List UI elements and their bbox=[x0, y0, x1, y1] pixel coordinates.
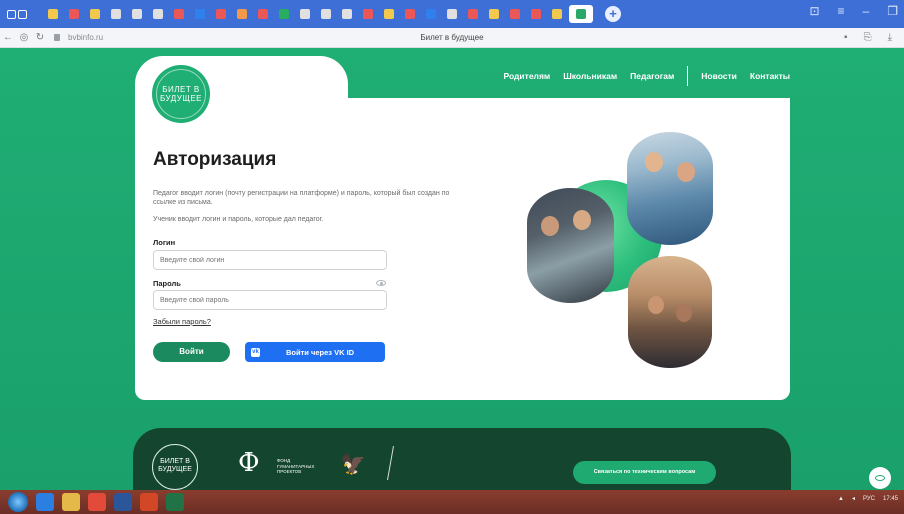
login-label: Логин bbox=[153, 238, 176, 247]
nav-separator bbox=[687, 66, 689, 86]
word-icon[interactable] bbox=[114, 493, 132, 511]
browser-tab-active[interactable] bbox=[569, 5, 593, 23]
folder-icon[interactable] bbox=[62, 493, 80, 511]
page-content: БИЛЕТ В БУДУЩЕЕ Родителям Школьникам Пед… bbox=[0, 48, 904, 490]
excel-icon[interactable] bbox=[166, 493, 184, 511]
network-icon[interactable]: ▲ bbox=[838, 496, 844, 502]
new-tab-button[interactable]: + bbox=[605, 6, 621, 22]
eagle-emblem-icon[interactable]: 🦅 bbox=[340, 452, 366, 478]
address-bar: ← ◎ ↻ bvbinfo.ru Билет в будущее ▪ ⎘ ⤓ bbox=[0, 28, 904, 48]
collections-icon[interactable]: ⊡ bbox=[809, 4, 819, 18]
browser-tab[interactable] bbox=[548, 5, 565, 23]
accessibility-eye-button[interactable] bbox=[869, 467, 891, 489]
nav-item-news[interactable]: Новости bbox=[701, 71, 737, 81]
footer-logo-line2: БУДУЩЕЕ bbox=[158, 466, 192, 473]
nav-item-students[interactable]: Школьникам bbox=[563, 71, 617, 81]
browser-tab[interactable] bbox=[443, 5, 460, 23]
browser-tab[interactable] bbox=[380, 5, 397, 23]
footer-logo[interactable]: БИЛЕТ В БУДУЩЕЕ bbox=[152, 444, 198, 490]
teachers-photo bbox=[627, 132, 713, 245]
vk-login-button[interactable]: vk Войти через VK ID bbox=[245, 342, 385, 362]
yandex-browser-icon[interactable] bbox=[88, 493, 106, 511]
browser-tab[interactable] bbox=[44, 5, 61, 23]
student-instructions: Ученик вводит логин и пароль, которые да… bbox=[153, 216, 324, 223]
browser-tab[interactable] bbox=[86, 5, 103, 23]
vk-icon: vk bbox=[251, 347, 260, 357]
browser-tab[interactable] bbox=[464, 5, 481, 23]
nav-item-contacts[interactable]: Контакты bbox=[750, 71, 790, 81]
logo-line1: БИЛЕТ В bbox=[162, 85, 200, 94]
share-icon[interactable]: ⎘ bbox=[864, 32, 872, 43]
browser-tab[interactable] bbox=[485, 5, 502, 23]
footer-logo-line1: БИЛЕТ В bbox=[160, 458, 190, 465]
forgot-password-link[interactable]: Забыли пароль? bbox=[153, 317, 211, 326]
show-password-icon[interactable] bbox=[376, 280, 386, 286]
tab-manager-icon[interactable] bbox=[4, 3, 30, 25]
os-taskbar: ▲ ◂ РУС 17:45 bbox=[0, 490, 904, 514]
system-tray: ▲ ◂ РУС 17:45 bbox=[838, 495, 898, 503]
browser-tab[interactable] bbox=[527, 5, 544, 23]
bookmark-icon[interactable]: ▪ bbox=[844, 32, 848, 43]
password-label: Пароль bbox=[153, 279, 181, 288]
menu-icon[interactable]: ≡ bbox=[838, 4, 845, 18]
address-bar-actions: ▪ ⎘ ⤓ bbox=[844, 32, 892, 43]
tab-list: + bbox=[44, 5, 621, 23]
browser-tab[interactable] bbox=[317, 5, 334, 23]
browser-tab[interactable] bbox=[275, 5, 292, 23]
browser-tab[interactable] bbox=[107, 5, 124, 23]
clock[interactable]: 17:45 bbox=[883, 496, 898, 502]
browser-tab[interactable] bbox=[65, 5, 82, 23]
password-input[interactable] bbox=[153, 290, 387, 310]
browser-tab[interactable] bbox=[296, 5, 313, 23]
ministry-logo-icon[interactable] bbox=[387, 446, 435, 480]
download-icon[interactable]: ⤓ bbox=[888, 32, 892, 43]
start-button[interactable] bbox=[8, 492, 28, 512]
logo-line2: БУДУЩЕЕ bbox=[159, 94, 203, 103]
browser-tab[interactable] bbox=[338, 5, 355, 23]
login-input[interactable] bbox=[153, 250, 387, 270]
fond-logo-icon[interactable]: Ф bbox=[238, 448, 260, 478]
browser-tab[interactable] bbox=[422, 5, 439, 23]
browser-tab[interactable] bbox=[401, 5, 418, 23]
window-controls: ⊡ ≡ – ❐ bbox=[809, 4, 898, 18]
classroom-photo bbox=[628, 256, 712, 368]
top-navigation: Родителям Школьникам Педагогам Новости К… bbox=[491, 66, 790, 86]
tech-support-button[interactable]: Связаться по техническим вопросам bbox=[573, 461, 716, 484]
language-indicator[interactable]: РУС bbox=[863, 496, 875, 502]
vk-login-label: Войти через VK ID bbox=[286, 347, 355, 357]
fond-logo-text: ФОНД ГУМАНИТАРНЫХ ПРОЕКТОВ bbox=[277, 458, 315, 474]
browser-tab[interactable] bbox=[233, 5, 250, 23]
students-photo bbox=[527, 188, 614, 303]
browser-tab[interactable] bbox=[506, 5, 523, 23]
page-title: Билет в будущее bbox=[420, 33, 484, 42]
browser-tab-strip: + ⊡ ≡ – ❐ bbox=[0, 0, 904, 28]
nav-item-parents[interactable]: Родителям bbox=[504, 71, 551, 81]
minimize-icon[interactable]: – bbox=[863, 4, 870, 18]
nav-item-teachers[interactable]: Педагогам bbox=[630, 71, 674, 81]
browser-tab[interactable] bbox=[149, 5, 166, 23]
auth-title: Авторизация bbox=[153, 149, 277, 170]
login-button[interactable]: Войти bbox=[153, 342, 230, 362]
restore-icon[interactable]: ❐ bbox=[887, 4, 898, 18]
browser-tab[interactable] bbox=[212, 5, 229, 23]
ie-icon[interactable] bbox=[36, 493, 54, 511]
browser-tab[interactable] bbox=[254, 5, 271, 23]
browser-tab[interactable] bbox=[359, 5, 376, 23]
browser-tab[interactable] bbox=[128, 5, 145, 23]
powerpoint-icon[interactable] bbox=[140, 493, 158, 511]
volume-icon[interactable]: ◂ bbox=[852, 495, 855, 502]
browser-tab[interactable] bbox=[191, 5, 208, 23]
teacher-instructions: Педагог вводит логин (почту регистрации … bbox=[153, 190, 450, 206]
browser-tab[interactable] bbox=[170, 5, 187, 23]
site-logo[interactable]: БИЛЕТ В БУДУЩЕЕ bbox=[152, 65, 210, 123]
